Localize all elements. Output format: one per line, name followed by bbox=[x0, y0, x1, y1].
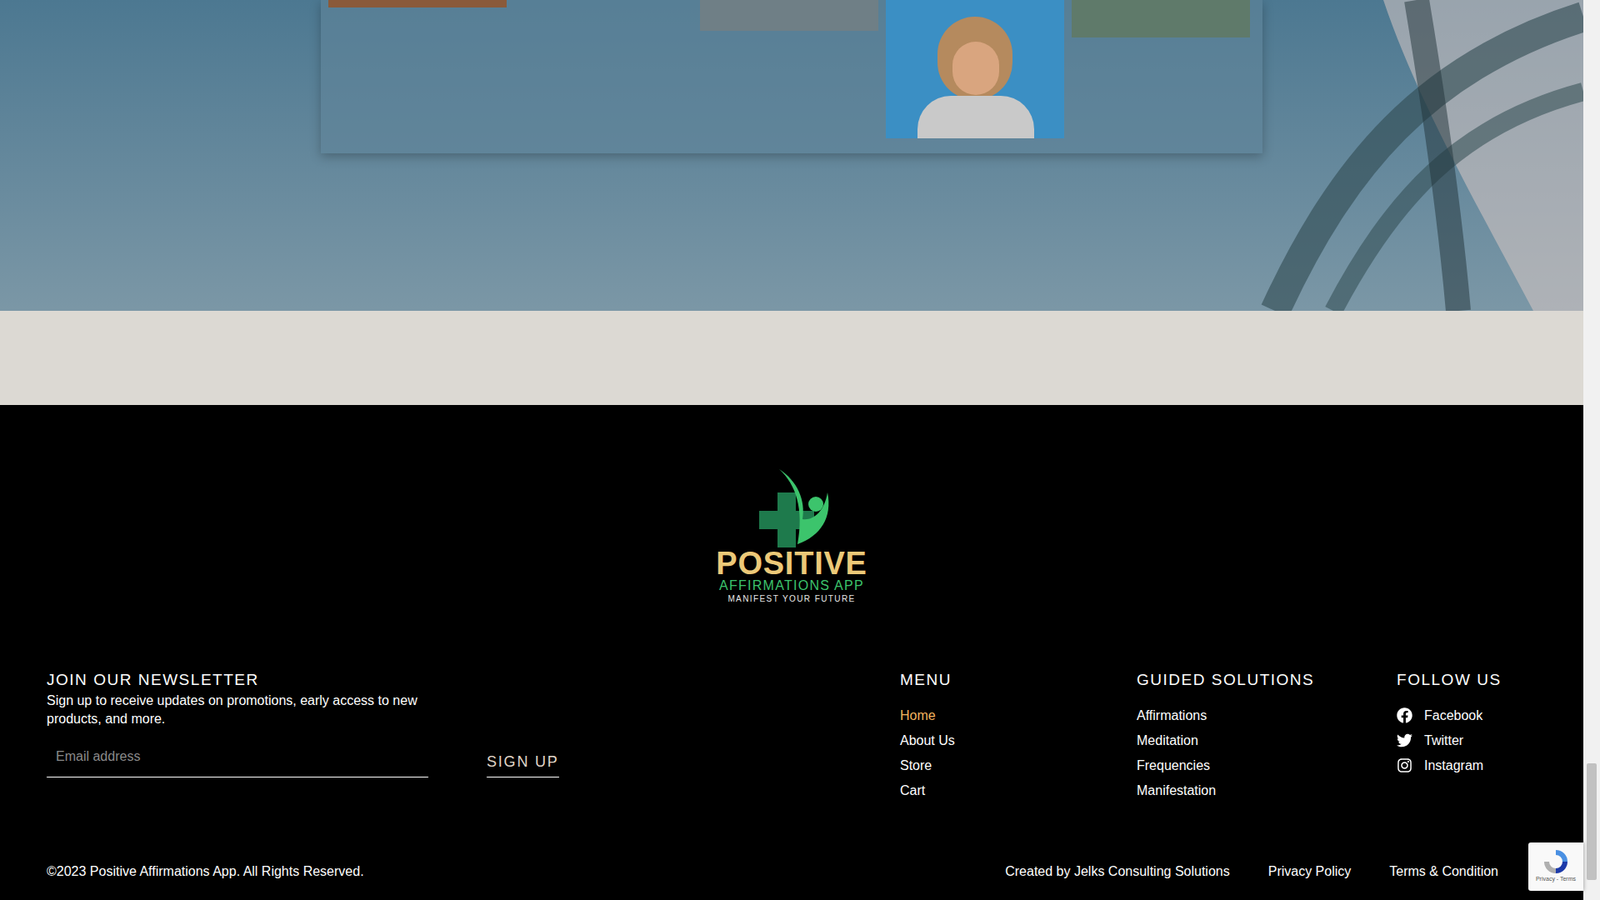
guided-link[interactable]: Affirmations bbox=[1136, 703, 1397, 729]
bottom-link[interactable]: Created by Jelks Consulting Solutions bbox=[1005, 861, 1230, 882]
gallery-photo[interactable] bbox=[700, 0, 879, 31]
footer-logo[interactable]: POSITIVEAFFIRMATIONS APPMANIFEST YOUR FU… bbox=[715, 467, 867, 605]
gallery-photo[interactable] bbox=[885, 0, 1065, 139]
menu-link[interactable]: About Us bbox=[900, 728, 1137, 754]
content: POSITIVEAFFIRMATIONS APPMANIFEST YOUR FU… bbox=[0, 0, 1584, 900]
menu-link[interactable]: Home bbox=[900, 703, 1137, 729]
gallery-panel bbox=[320, 0, 1263, 154]
bottom-link[interactable]: Privacy Policy bbox=[1268, 861, 1352, 882]
social-link[interactable]: Instagram bbox=[1396, 753, 1537, 779]
gallery-photo[interactable] bbox=[1071, 0, 1250, 38]
spacer-strip bbox=[0, 310, 1584, 405]
signup-button[interactable]: SIGN UP bbox=[486, 750, 560, 778]
recaptcha-icon bbox=[1541, 847, 1570, 876]
footer: POSITIVEAFFIRMATIONS APPMANIFEST YOUR FU… bbox=[0, 405, 1584, 900]
social-link[interactable]: Twitter bbox=[1396, 728, 1537, 754]
newsletter: JOIN OUR NEWSLETTERSign up to receive up… bbox=[46, 670, 900, 804]
recaptcha-badge[interactable]: Privacy - Terms bbox=[1528, 842, 1584, 891]
guided-link[interactable]: Manifestation bbox=[1136, 778, 1397, 804]
guided-column: GUIDED SOLUTIONSAffirmationsMeditationFr… bbox=[1136, 670, 1397, 804]
page: POSITIVEAFFIRMATIONS APPMANIFEST YOUR FU… bbox=[0, 0, 1600, 900]
menu-column: MENUHomeAbout UsStoreCart bbox=[900, 670, 1137, 804]
menu-link[interactable]: Store bbox=[900, 753, 1137, 779]
scrollbar[interactable] bbox=[1583, 0, 1600, 900]
gallery-photo[interactable] bbox=[328, 0, 507, 8]
guided-link[interactable]: Meditation bbox=[1136, 728, 1397, 754]
bottom-bar: ©2023 Positive Affirmations App. All Rig… bbox=[46, 861, 1537, 882]
gallery-section bbox=[0, 0, 1584, 311]
facebook-icon bbox=[1396, 707, 1413, 724]
scrollbar-thumb[interactable] bbox=[1586, 763, 1597, 880]
twitter-icon bbox=[1396, 732, 1413, 749]
cross-figure-icon bbox=[745, 467, 838, 548]
social-link[interactable]: Facebook bbox=[1396, 703, 1537, 729]
follow-column: FOLLOW USFacebookTwitterInstagram bbox=[1396, 670, 1537, 804]
bottom-link[interactable]: Terms & Condition bbox=[1389, 861, 1499, 882]
instagram-icon bbox=[1396, 757, 1413, 774]
menu-link[interactable]: Cart bbox=[900, 778, 1137, 804]
guided-link[interactable]: Frequencies bbox=[1136, 753, 1397, 779]
copyright: ©2023 Positive Affirmations App. All Rig… bbox=[46, 861, 1005, 882]
email-input[interactable] bbox=[46, 746, 429, 778]
